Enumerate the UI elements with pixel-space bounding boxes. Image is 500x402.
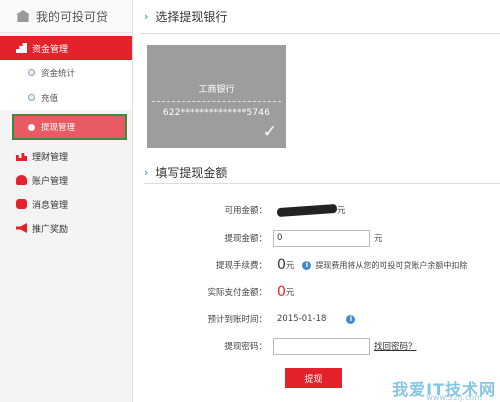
- sidebar-section-promo[interactable]: 推广奖励: [0, 216, 132, 240]
- arrival-label: 预计到账时间：: [207, 315, 267, 325]
- fund-icon: [16, 43, 27, 53]
- card-number: 622**************5746: [162, 108, 271, 118]
- sidebar-item-recharge[interactable]: 充值: [0, 85, 132, 110]
- bank-card[interactable]: 工商银行 622**************5746 ✓: [147, 45, 286, 148]
- sidebar-item-label: 提现管理: [41, 123, 76, 133]
- amount-section-title: › 填写提现金额: [144, 162, 500, 184]
- megaphone-icon: [16, 223, 27, 233]
- sidebar-item-stats[interactable]: 资金统计: [0, 60, 132, 85]
- amount-label: 提现金额：: [224, 234, 267, 244]
- sidebar-section-fund[interactable]: 资金管理: [0, 36, 132, 60]
- stats-icon: [28, 69, 35, 76]
- bank-section-label: 选择提现银行: [155, 10, 228, 24]
- available-row: 可用金额： 元: [140, 201, 346, 219]
- home-icon: [16, 10, 30, 22]
- sidebar-section-account[interactable]: 账户管理: [0, 168, 132, 192]
- arrow-icon: ›: [144, 166, 149, 179]
- password-label: 提现密码：: [224, 342, 267, 352]
- actual-unit: 元: [285, 288, 295, 298]
- watermark-url: www.52ij.com: [426, 393, 482, 402]
- sidebar-item-label: 资金统计: [41, 68, 76, 79]
- fee-label: 提现手续费：: [215, 261, 267, 271]
- check-icon: ✓: [262, 122, 277, 142]
- sidebar-section-label: 消息管理: [32, 200, 69, 211]
- finance-icon: [16, 153, 27, 161]
- available-unit: 元: [337, 206, 346, 216]
- sidebar: 我的可投可贷 资金管理 资金统计 充值 提现管理 理财管理 账户管理 消息管理 …: [0, 0, 133, 402]
- sidebar-brand: 我的可投可贷: [0, 0, 132, 33]
- amount-unit: 元: [374, 234, 383, 244]
- sidebar-item-label: 充值: [41, 93, 59, 104]
- sidebar-section-message[interactable]: 消息管理: [0, 192, 132, 216]
- actual-label: 实际支付金额：: [207, 288, 267, 298]
- sidebar-section-label: 推广奖励: [32, 224, 69, 235]
- arrival-value: 2015-01-18: [277, 314, 327, 324]
- actual-row: 实际支付金额： 0 元: [140, 283, 294, 301]
- info-icon: i: [346, 314, 356, 324]
- sidebar-section-label: 理财管理: [32, 152, 69, 163]
- sidebar-section-label: 账户管理: [32, 176, 69, 187]
- sidebar-item-withdraw[interactable]: 提现管理: [12, 114, 127, 140]
- sidebar-section-label: 资金管理: [32, 44, 69, 55]
- forgot-password-link[interactable]: 找回密码？: [374, 340, 417, 352]
- available-label: 可用金额：: [224, 206, 267, 216]
- fee-unit: 元: [285, 261, 295, 271]
- fee-hint: 提现费用将从您的可投可贷账户余额中扣除: [315, 260, 468, 270]
- redacted-value: [276, 203, 338, 217]
- withdraw-submit-button[interactable]: 提现: [285, 368, 342, 388]
- fee-value: 0: [277, 257, 286, 273]
- message-icon: [16, 199, 27, 209]
- password-input[interactable]: [273, 337, 370, 355]
- amount-row: 提现金额： 元: [140, 229, 383, 247]
- amount-section-label: 填写提现金额: [155, 166, 228, 180]
- arrival-row: 预计到账时间： 2015-01-18 i: [140, 310, 356, 328]
- recharge-icon: [28, 94, 35, 101]
- main-panel: › 选择提现银行 工商银行 622**************5746 ✓ › …: [140, 0, 500, 402]
- fee-row: 提现手续费： 0 元 i 提现费用将从您的可投可贷账户余额中扣除: [140, 256, 467, 274]
- user-icon: [16, 175, 27, 185]
- actual-value: 0: [277, 284, 286, 300]
- withdraw-icon: [28, 123, 35, 131]
- bank-section-title: › 选择提现银行: [140, 0, 500, 34]
- info-icon: i: [302, 260, 312, 270]
- arrow-icon: ›: [144, 10, 149, 23]
- password-row: 提现密码： 找回密码？: [140, 337, 417, 355]
- amount-input[interactable]: [273, 229, 370, 247]
- brand-label: 我的可投可贷: [36, 9, 109, 24]
- sidebar-section-finance[interactable]: 理财管理: [0, 144, 132, 168]
- bank-name: 工商银行: [198, 85, 235, 95]
- card-divider: [152, 101, 281, 102]
